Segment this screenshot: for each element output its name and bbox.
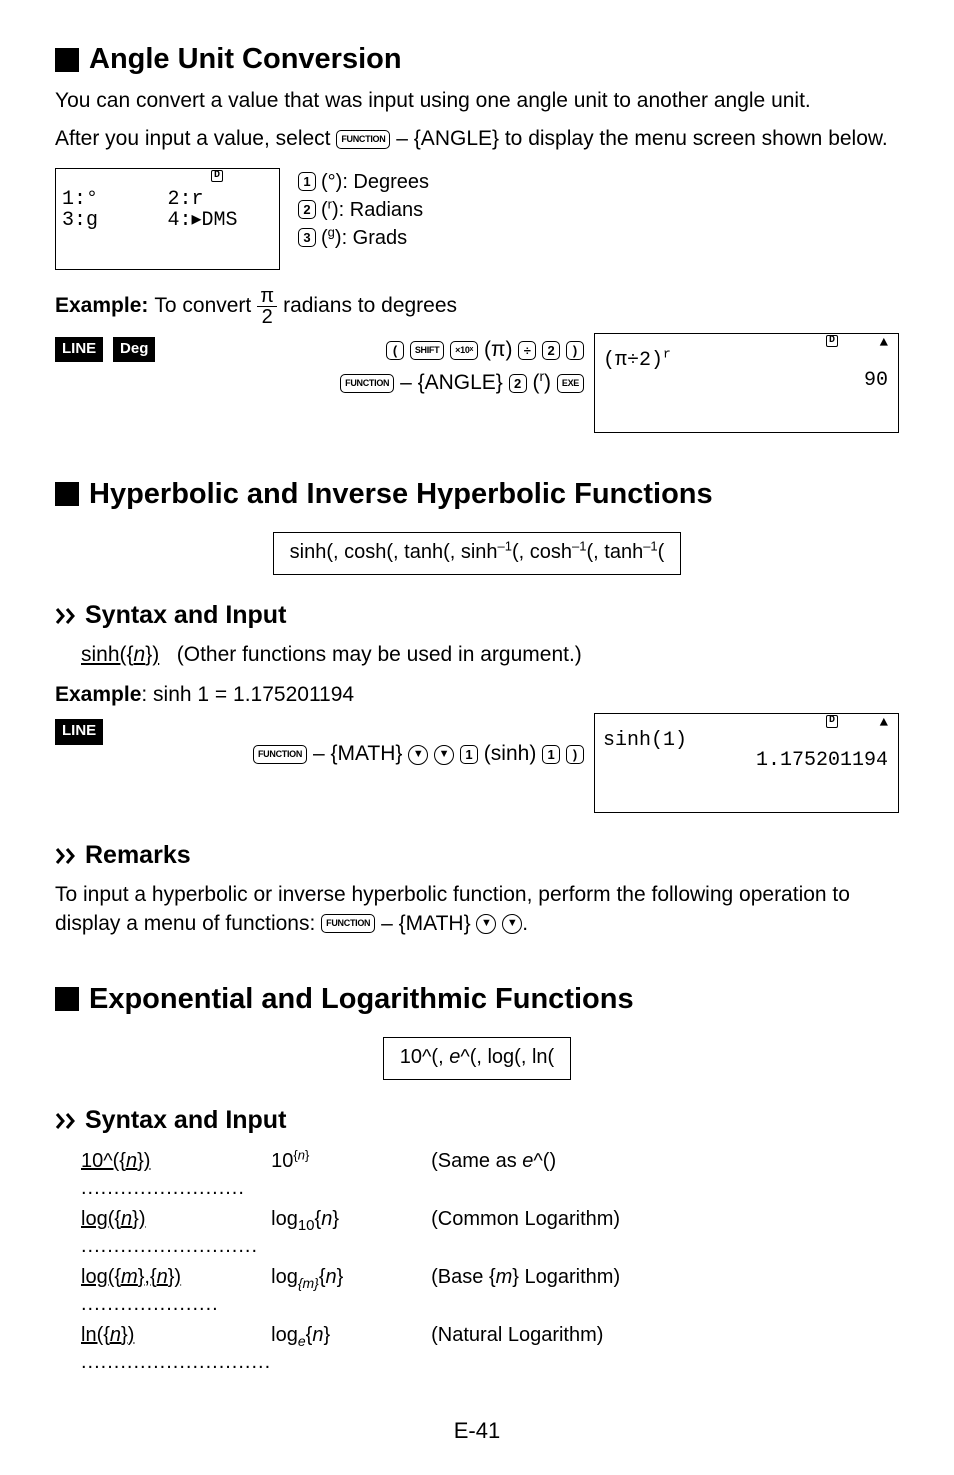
chevron-icon bbox=[55, 845, 77, 867]
key-1a: 1 bbox=[460, 745, 478, 764]
subheading-remarks: Remarks bbox=[55, 839, 899, 873]
sinh-example-line: Example: sinh 1 = 1.175201194 bbox=[55, 681, 899, 709]
key-1: 1 bbox=[298, 172, 316, 191]
result-expr: sinh(1) bbox=[603, 730, 687, 751]
key-function: FUNCTION bbox=[321, 914, 375, 933]
section-heading-explog: Exponential and Logarithmic Functions bbox=[55, 980, 899, 1019]
bullet-square-icon bbox=[55, 987, 79, 1011]
remarks-text: To input a hyperbolic or inverse hyperbo… bbox=[55, 881, 899, 938]
key-shift: SHIFT bbox=[410, 341, 445, 360]
menu-3-grad: 3:g bbox=[62, 210, 168, 231]
function-key: FUNCTION bbox=[336, 130, 390, 149]
key-function: FUNCTION bbox=[253, 745, 307, 764]
sinh-result-screen: D ▲ sinh(1) 1.175201194 bbox=[594, 713, 899, 813]
hyperbolic-func-list: sinh(, cosh(, tanh(, sinh–1(, cosh–1(, t… bbox=[273, 532, 682, 575]
section-heading-hyperbolic: Hyperbolic and Inverse Hyperbolic Functi… bbox=[55, 475, 899, 514]
key-open-paren: ( bbox=[386, 341, 404, 360]
subheading-syntax-2: Syntax and Input bbox=[55, 1104, 899, 1138]
bullet-square-icon bbox=[55, 482, 79, 506]
up-arrow-icon: ▲ bbox=[880, 716, 888, 731]
legend-radians: (r): Radians bbox=[321, 196, 423, 224]
key-1b: 1 bbox=[542, 745, 560, 764]
heading-angle-conversion: Angle Unit Conversion bbox=[89, 40, 402, 79]
key-function: FUNCTION bbox=[340, 374, 394, 393]
line-mode-badge: LINE bbox=[55, 337, 103, 362]
angle-intro-2-post: – {ANGLE} to display the menu screen sho… bbox=[396, 127, 887, 150]
section-heading-angle: Angle Unit Conversion bbox=[55, 40, 899, 79]
frac-numerator: π bbox=[257, 286, 277, 307]
down-key-icon: ▼ bbox=[408, 745, 428, 765]
up-arrow-icon: ▲ bbox=[880, 336, 888, 351]
example-post: radians to degrees bbox=[283, 292, 457, 320]
angle-intro-2-pre: After you input a value, select bbox=[55, 127, 336, 150]
keyseq-angle: – {ANGLE} bbox=[400, 371, 503, 394]
menu-4-dms: 4:▸DMS bbox=[168, 210, 274, 231]
chevron-icon bbox=[55, 1110, 77, 1132]
key-close-paren: ) bbox=[566, 341, 584, 360]
subheading-syntax-text-2: Syntax and Input bbox=[85, 1104, 286, 1138]
bullet-square-icon bbox=[55, 48, 79, 72]
page-number: E-41 bbox=[55, 1416, 899, 1446]
angle-key-sequence: ( SHIFT ×10x (π) ÷ 2 ) FUNCTION – {ANGLE… bbox=[159, 333, 594, 400]
d-indicator-icon: D bbox=[211, 170, 223, 183]
angle-menu-row: D 1:° 2:r 3:g 4:▸DMS 1 (°): Degrees 2 (r):… bbox=[55, 168, 899, 270]
key-2: 2 bbox=[298, 200, 316, 219]
keyseq-r: (r) bbox=[533, 371, 552, 394]
key-exe: EXE bbox=[557, 374, 584, 393]
keyseq-sinh: (sinh) bbox=[484, 742, 537, 765]
syntax-row-logmn: log({m},{n}) ..................... log{m… bbox=[81, 1262, 620, 1320]
d-indicator-icon: D bbox=[826, 715, 838, 728]
down-key-icon: ▼ bbox=[434, 745, 454, 765]
menu-2-rad: 2:r bbox=[168, 189, 274, 210]
key-close-paren: ) bbox=[566, 745, 584, 764]
d-indicator-icon: D bbox=[826, 335, 838, 348]
angle-result-screen: D ▲ (π÷2)r 90 bbox=[594, 333, 899, 433]
key-x10x: ×10x bbox=[450, 341, 478, 360]
key-3: 3 bbox=[298, 228, 316, 247]
explog-syntax-table: 10^({n}) ......................... 10{n}… bbox=[81, 1146, 620, 1378]
syntax-row-10pow: 10^({n}) ......................... 10{n}… bbox=[81, 1146, 620, 1204]
remarks-title: Remarks bbox=[85, 839, 191, 873]
heading-explog: Exponential and Logarithmic Functions bbox=[89, 980, 634, 1019]
line-mode-badge: LINE bbox=[55, 719, 103, 744]
sinh-example-body: LINE FUNCTION – {MATH} ▼ ▼ 1 (sinh) 1 ) … bbox=[55, 713, 899, 813]
result-answer: 1.175201194 bbox=[756, 750, 888, 771]
angle-menu-screen: D 1:° 2:r 3:g 4:▸DMS bbox=[55, 168, 280, 270]
keyseq-pi: (π) bbox=[484, 338, 512, 361]
angle-key-legend: 1 (°): Degrees 2 (r): Radians 3 (g): Grads bbox=[298, 168, 429, 252]
angle-intro-2: After you input a value, select FUNCTION… bbox=[55, 125, 899, 153]
fraction-pi-2: π 2 bbox=[257, 286, 277, 327]
frac-denominator: 2 bbox=[259, 307, 276, 327]
example-label: Example: bbox=[55, 292, 148, 320]
chevron-icon bbox=[55, 605, 77, 627]
example-pre: To convert bbox=[154, 292, 251, 320]
key-2b: 2 bbox=[509, 374, 527, 393]
sinh-key-sequence: FUNCTION – {MATH} ▼ ▼ 1 (sinh) 1 ) bbox=[107, 713, 594, 771]
legend-degrees: (°): Degrees bbox=[321, 168, 429, 196]
sinh-syntax-line: sinh({n}) (Other functions may be used i… bbox=[81, 641, 899, 669]
heading-hyperbolic: Hyperbolic and Inverse Hyperbolic Functi… bbox=[89, 475, 713, 514]
keyseq-math: – {MATH} bbox=[313, 742, 402, 765]
subheading-syntax-text: Syntax and Input bbox=[85, 599, 286, 633]
explog-func-list: 10^(, e^(, log(, ln( bbox=[383, 1037, 571, 1080]
key-2a: 2 bbox=[542, 341, 560, 360]
result-answer: 90 bbox=[864, 370, 888, 391]
subheading-syntax-1: Syntax and Input bbox=[55, 599, 899, 633]
deg-mode-badge: Deg bbox=[113, 337, 155, 362]
key-divide: ÷ bbox=[518, 341, 536, 360]
syntax-row-log: log({n}) ........................... log… bbox=[81, 1204, 620, 1262]
legend-grads: (g): Grads bbox=[321, 224, 407, 252]
syntax-row-ln: ln({n}) ............................. lo… bbox=[81, 1320, 620, 1378]
menu-1-deg: 1:° bbox=[62, 189, 168, 210]
angle-intro-1: You can convert a value that was input u… bbox=[55, 87, 899, 115]
result-expr: (π÷2)r bbox=[603, 350, 671, 371]
down-key-icon: ▼ bbox=[476, 914, 496, 934]
down-key-icon: ▼ bbox=[502, 914, 522, 934]
angle-example-prompt: Example: To convert π 2 radians to degre… bbox=[55, 286, 899, 327]
angle-example-body: LINE Deg ( SHIFT ×10x (π) ÷ 2 ) FUNCTION… bbox=[55, 333, 899, 433]
